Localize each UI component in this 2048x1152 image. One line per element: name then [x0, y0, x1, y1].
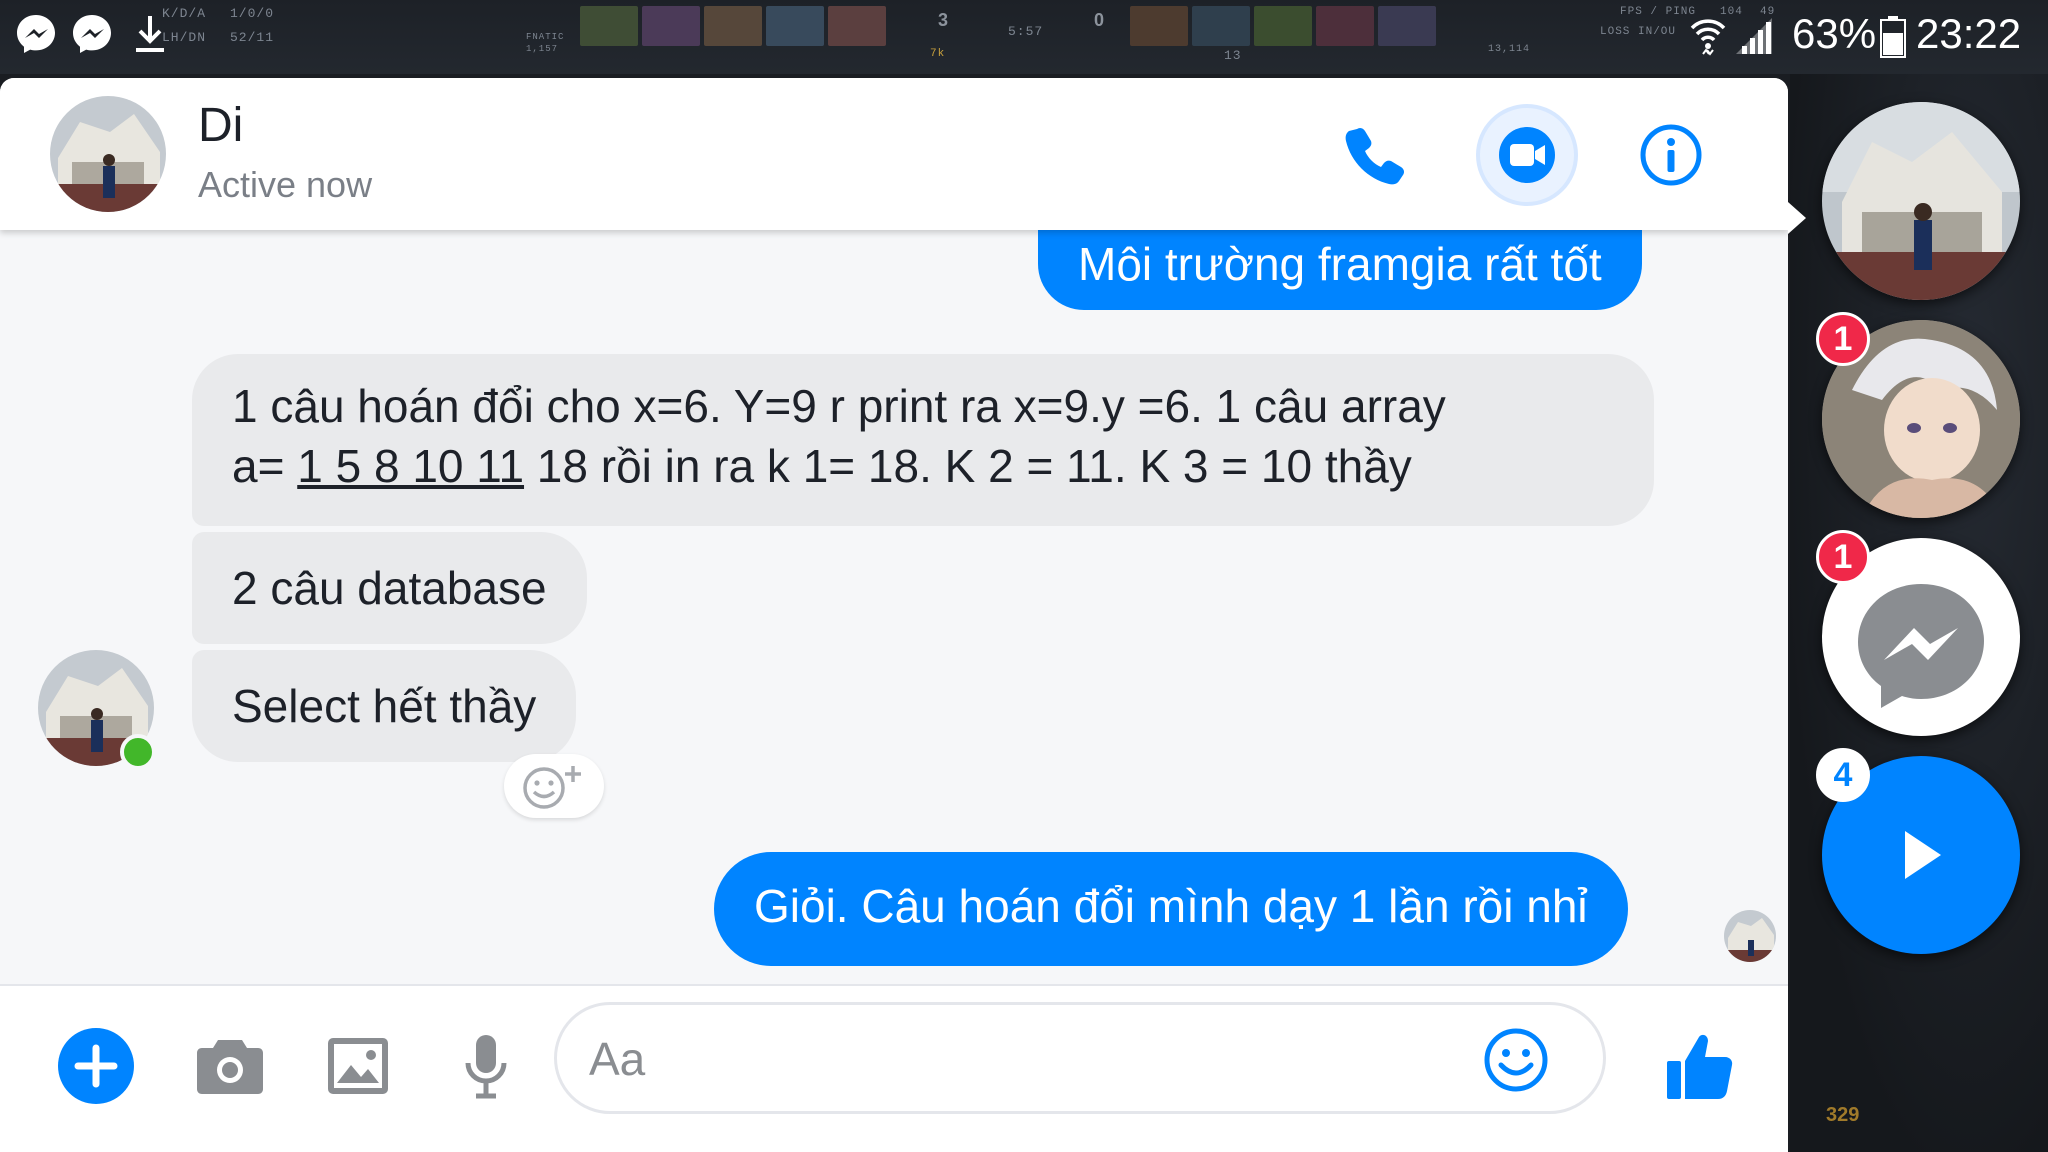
- contact-photo: [50, 96, 166, 212]
- message-composer: [0, 984, 1788, 1152]
- battery-icon: [1880, 16, 1906, 58]
- messenger-notification-icon: [17, 15, 55, 53]
- left-net-worth: 13: [1224, 48, 1242, 63]
- gallery-button[interactable]: [318, 1026, 398, 1106]
- thumbs-up-icon: [1667, 1034, 1733, 1099]
- signal-icon: [1736, 18, 1772, 54]
- info-icon: [1640, 124, 1702, 186]
- message-incoming[interactable]: 2 câu database: [192, 532, 587, 644]
- di-photo: [1822, 102, 2020, 300]
- lhdn-value: 52/11: [230, 30, 275, 45]
- hero-portrait: [1254, 6, 1312, 46]
- chat-panel: Di Active now Môi trường framgia rất tốt…: [0, 78, 1788, 1152]
- add-reaction-button[interactable]: [504, 754, 604, 818]
- chat-header: Di Active now: [0, 78, 1788, 230]
- emoji-icon[interactable]: [1483, 1027, 1549, 1093]
- messenger-notification-icon-2: [73, 15, 111, 53]
- message-outgoing[interactable]: Giỏi. Câu hoán đổi mình dạy 1 lần rồi nh…: [714, 852, 1628, 966]
- loss-label: LOSS IN/OU: [1600, 26, 1677, 38]
- game-clock: 5:57: [1008, 24, 1044, 39]
- hero-portrait: [1316, 6, 1374, 46]
- kda-value: 1/0/0: [230, 6, 275, 21]
- gold-counter: 329: [1826, 1104, 1860, 1126]
- hero-portrait: [828, 6, 886, 46]
- hero-portrait: [1378, 6, 1436, 46]
- status-bar: K/D/A 1/0/0 LH/DN 52/11 FNATIC 1,157 3 5…: [0, 0, 2048, 74]
- camera-button[interactable]: [190, 1026, 270, 1106]
- net-worth-lead: 7k: [930, 48, 946, 60]
- contact-status: Active now: [198, 164, 373, 205]
- voice-button[interactable]: [446, 1026, 526, 1106]
- more-actions-button[interactable]: [56, 1026, 136, 1106]
- right-net-worth: 13,114: [1488, 44, 1531, 55]
- hero-portrait: [766, 6, 824, 46]
- hero-portrait: [1130, 6, 1188, 46]
- image-icon: [328, 1038, 388, 1094]
- message-link[interactable]: 1 5 8 10 11: [297, 440, 524, 492]
- video-camera-icon: [1499, 127, 1555, 183]
- count-badge: 4: [1816, 748, 1870, 802]
- message-input-box[interactable]: [554, 1002, 1606, 1114]
- contact-name: Di: [198, 99, 244, 152]
- unread-badge: 1: [1816, 530, 1870, 584]
- online-indicator: [120, 734, 156, 770]
- hero-portrait: [1192, 6, 1250, 46]
- message-line: 1 câu hoán đổi cho x=6. Y=9 r print ra x…: [232, 380, 1446, 432]
- call-button[interactable]: [1328, 108, 1422, 202]
- message-input[interactable]: [587, 1023, 1491, 1095]
- clock: 23:22: [1916, 10, 2022, 57]
- hero-portrait: [704, 6, 762, 46]
- dire-score: 0: [1094, 10, 1105, 30]
- play-icon: [1905, 831, 1941, 879]
- wifi-icon: [1690, 19, 1726, 56]
- team-value: 1,157: [526, 44, 559, 54]
- chat-heads-area: 1 1 4 329: [1788, 74, 2048, 1152]
- unread-badge: 1: [1816, 312, 1870, 366]
- kda-label: K/D/A: [162, 6, 207, 21]
- camera-icon: [197, 1040, 263, 1094]
- panel-pointer: [1788, 202, 1806, 234]
- info-button[interactable]: [1624, 108, 1718, 202]
- phone-icon: [1345, 127, 1405, 185]
- hero-portrait: [580, 6, 638, 46]
- plus-icon: [58, 1028, 134, 1104]
- like-button[interactable]: [1660, 1026, 1740, 1106]
- radiant-score: 3: [938, 10, 949, 30]
- message-incoming[interactable]: Select hết thầy: [192, 650, 577, 762]
- read-receipt-photo: [1724, 910, 1776, 962]
- add-reaction-icon: [523, 766, 581, 809]
- message-text: a=: [232, 440, 298, 492]
- message-outgoing[interactable]: Môi trường framgia rất tốt: [1038, 216, 1642, 310]
- lhdn-label: LH/DN: [162, 30, 207, 45]
- team-label: FNATIC: [526, 32, 565, 42]
- read-receipt-avatar: [1724, 910, 1776, 962]
- message-incoming[interactable]: 1 câu hoán đổi cho x=6. Y=9 r print ra x…: [192, 354, 1654, 526]
- message-line: a= 1 5 8 10 11 18 rồi in ra k 1= 18. K 2…: [232, 436, 1614, 496]
- video-call-button[interactable]: [1480, 108, 1574, 202]
- battery-percent: 63%: [1792, 10, 1877, 57]
- chat-head-di[interactable]: [1822, 102, 2020, 300]
- fps-label: FPS / PING: [1620, 6, 1697, 18]
- hero-portrait: [642, 6, 700, 46]
- microphone-icon: [465, 1035, 507, 1099]
- message-text: 18 rồi in ra k 1= 18. K 2 = 11. K 3 = 10…: [524, 440, 1412, 492]
- contact-avatar[interactable]: [50, 96, 166, 212]
